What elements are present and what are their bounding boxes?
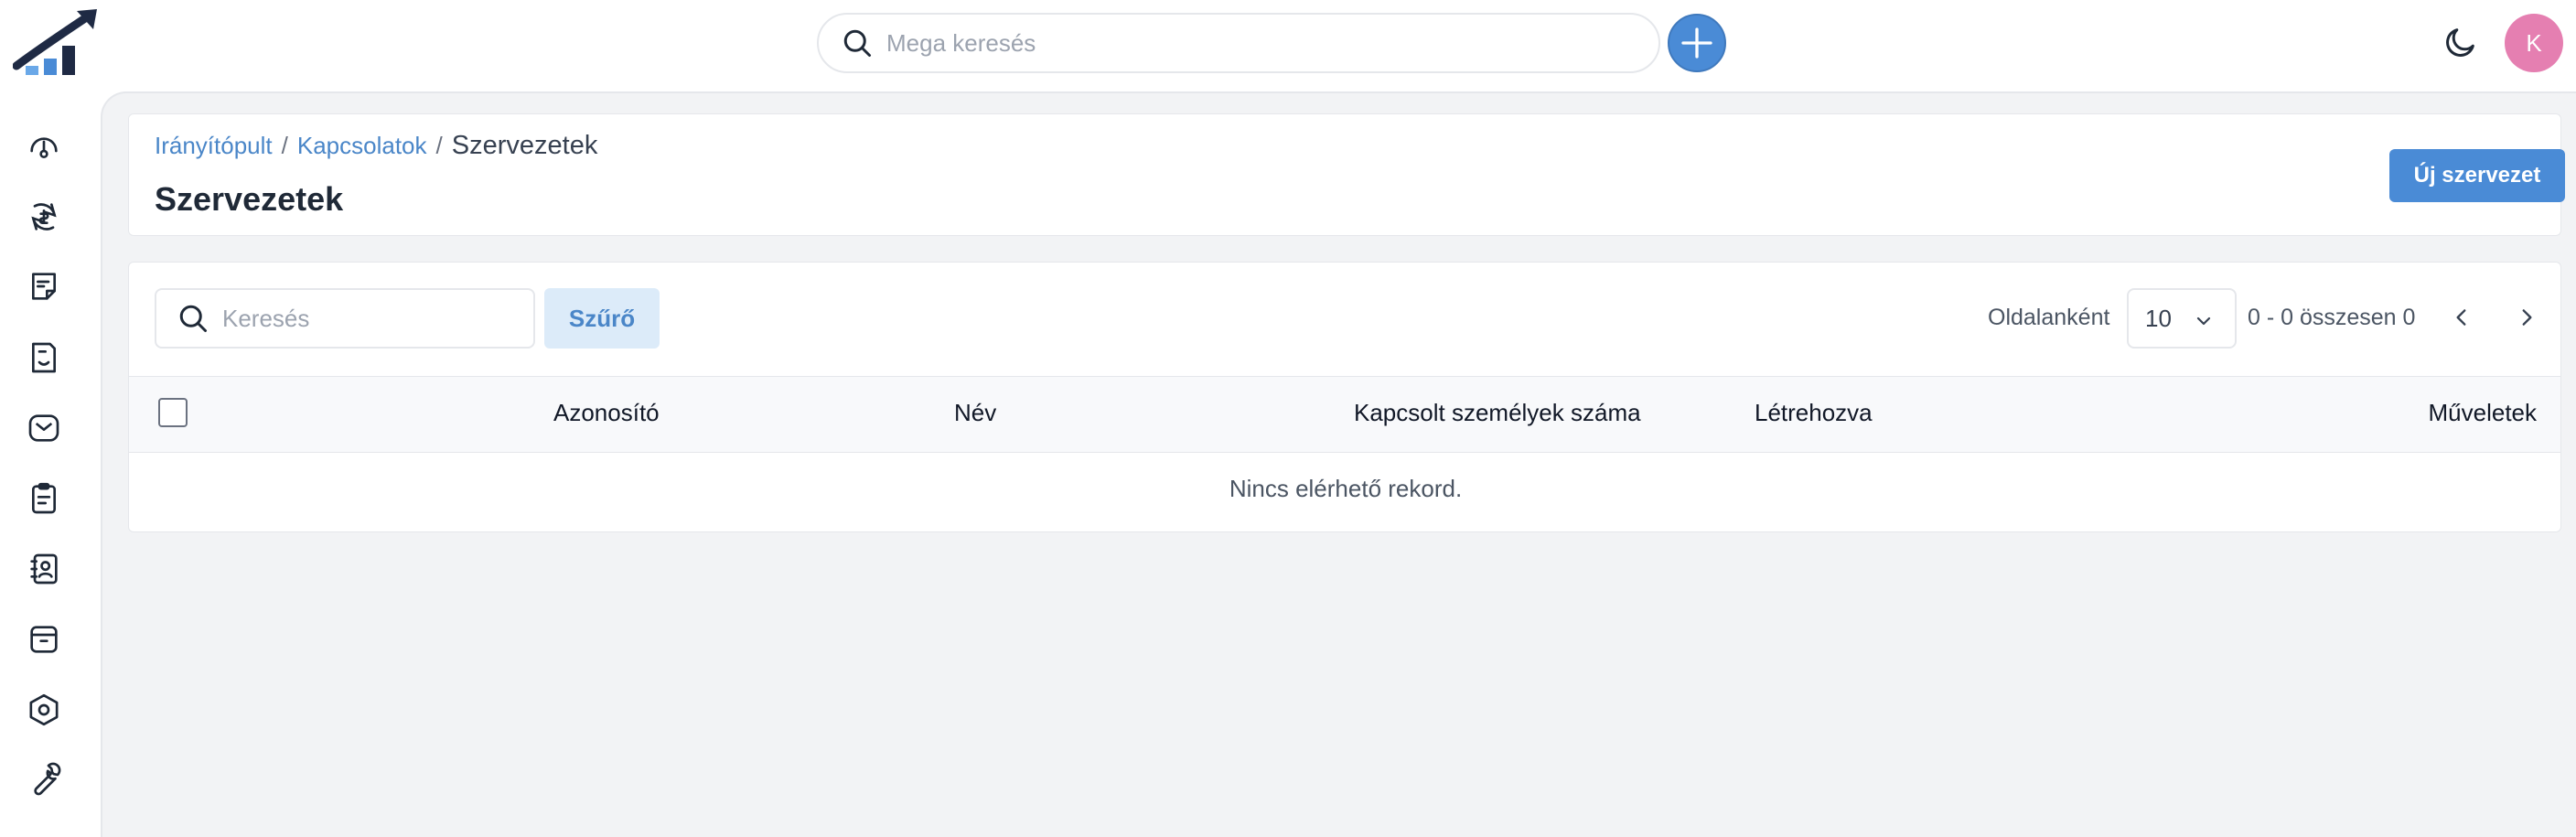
sidebar-nav	[0, 91, 101, 837]
main-content: Irányítópult / Kapcsolatok / Szervezetek…	[101, 91, 2576, 837]
page-header-card: Irányítópult / Kapcsolatok / Szervezetek…	[128, 113, 2565, 236]
breadcrumb-separator: /	[281, 132, 288, 159]
user-avatar[interactable]: K	[2505, 14, 2563, 72]
organizations-table-card: Szűrő Oldalanként 10 0 - 0 összesen 0	[128, 262, 2561, 532]
breadcrumb-link-dashboard[interactable]: Irányítópult	[155, 132, 273, 160]
plus-icon	[1679, 25, 1715, 61]
dashboard-gauge-icon	[26, 128, 62, 165]
archive-box-icon	[26, 621, 62, 658]
breadcrumb-current: Szervezetek	[451, 131, 598, 160]
pagination-range: 0 - 0 összesen 0	[2248, 305, 2416, 330]
per-page-value: 10	[2145, 304, 2172, 332]
sidebar-item-contacts[interactable]	[22, 547, 66, 591]
settings-hexagon-icon	[26, 692, 62, 728]
moon-icon	[2442, 24, 2479, 60]
sidebar-item-notes[interactable]	[22, 264, 66, 308]
filter-button[interactable]: Szűrő	[544, 288, 660, 349]
search-icon	[177, 302, 209, 335]
column-header-linked-persons[interactable]: Kapcsolt személyek száma	[1354, 399, 1641, 427]
per-page-label: Oldalanként	[1988, 305, 2110, 330]
column-header-actions: Műveletek	[2428, 399, 2538, 426]
table-search-box[interactable]	[155, 288, 535, 349]
chevron-left-icon	[2450, 306, 2474, 329]
breadcrumb-link-contacts[interactable]: Kapcsolatok	[297, 132, 427, 160]
breadcrumb-separator: /	[435, 132, 443, 159]
chevron-right-icon	[2515, 306, 2538, 329]
search-icon	[841, 27, 874, 59]
table-header-row: Azonosító Név Kapcsolt személyek száma L…	[129, 376, 2560, 453]
contacts-book-icon	[26, 551, 62, 587]
sidebar-item-mail[interactable]	[22, 406, 66, 450]
sidebar-item-sales[interactable]	[22, 195, 66, 239]
sidebar-item-tasks[interactable]	[22, 477, 66, 520]
wrench-icon	[26, 761, 62, 798]
quick-add-button[interactable]	[1668, 14, 1726, 72]
sidebar-item-archive[interactable]	[22, 617, 66, 661]
top-bar: K	[0, 0, 2576, 91]
previous-page-button[interactable]	[2440, 295, 2484, 339]
column-header-name[interactable]: Név	[954, 399, 996, 427]
mega-search-bar[interactable]	[817, 13, 1660, 73]
next-page-button[interactable]	[2505, 295, 2549, 339]
new-organization-button[interactable]: Új szervezet	[2389, 149, 2565, 202]
table-search-input[interactable]	[222, 304, 524, 333]
mail-icon	[26, 410, 62, 446]
sidebar-item-contracts[interactable]	[22, 336, 66, 380]
sales-cycle-icon	[26, 199, 62, 235]
column-header-id[interactable]: Azonosító	[553, 399, 660, 427]
notes-icon	[26, 268, 62, 305]
sidebar-item-settings[interactable]	[22, 688, 66, 732]
breadcrumb: Irányítópult / Kapcsolatok / Szervezetek	[155, 131, 597, 161]
chevron-down-icon	[2193, 310, 2215, 332]
page-title: Szervezetek	[155, 180, 344, 218]
per-page-select[interactable]: 10	[2127, 288, 2237, 349]
app-logo[interactable]	[13, 9, 99, 79]
mega-search-input[interactable]	[886, 28, 1637, 58]
sidebar-item-tools[interactable]	[22, 757, 66, 801]
select-all-checkbox[interactable]	[158, 398, 188, 427]
document-contract-icon	[26, 339, 62, 376]
column-header-created[interactable]: Létrehozva	[1755, 399, 1873, 427]
clipboard-list-icon	[26, 480, 62, 517]
theme-toggle-button[interactable]	[2441, 22, 2481, 62]
sidebar-item-dashboard[interactable]	[22, 124, 66, 168]
empty-table-message: Nincs elérhető rekord.	[1229, 475, 1463, 502]
